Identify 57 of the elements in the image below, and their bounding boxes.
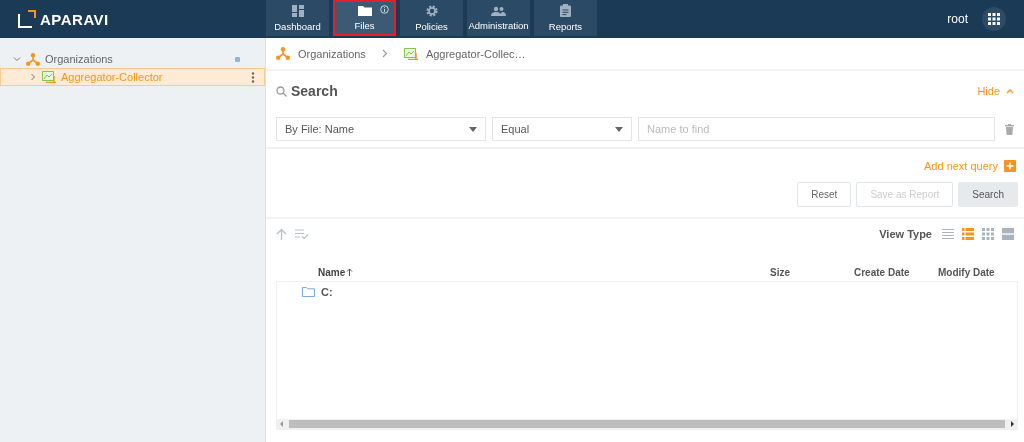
- section-title: Search: [291, 83, 338, 99]
- user-name: root: [947, 12, 968, 26]
- dashboard-icon: [291, 4, 304, 17]
- clipboard-icon: [560, 4, 571, 17]
- details-view-icon[interactable]: [962, 228, 974, 240]
- hierarchy-icon: [26, 52, 40, 66]
- chevron-right-icon[interactable]: [29, 73, 37, 81]
- dropdown-arrow-icon: [615, 126, 623, 132]
- dropdown-arrow-icon: [469, 126, 477, 132]
- arrow-up-icon[interactable]: [276, 228, 287, 240]
- breadcrumb-link[interactable]: Organizations: [298, 47, 366, 60]
- list-view-icon[interactable]: [942, 228, 954, 240]
- sort-arrow-icon: [346, 268, 354, 276]
- field-dropdown[interactable]: By File: Name: [276, 117, 486, 141]
- grid-view-icon[interactable]: [982, 228, 994, 240]
- file-name[interactable]: C:: [321, 286, 333, 298]
- collector-icon: [42, 71, 56, 83]
- breadcrumb-link[interactable]: Aggregator-Collec…: [425, 47, 526, 60]
- search-icon: [276, 85, 287, 97]
- column-header[interactable]: Modify Date: [938, 266, 995, 278]
- view-type-label: View Type: [879, 228, 932, 240]
- hierarchy-icon: [276, 47, 290, 60]
- logo-text: APARAVI: [40, 10, 109, 28]
- grid-icon: [988, 13, 1000, 25]
- nav-tab[interactable]: Reports: [534, 0, 597, 36]
- gear-icon: [425, 4, 438, 17]
- operator-dropdown[interactable]: Equal: [492, 117, 632, 141]
- action-button[interactable]: Reset: [797, 182, 852, 207]
- chevron-up-icon: [1006, 88, 1014, 94]
- nav-tab[interactable]: Administration: [467, 0, 530, 36]
- folder-icon: [302, 287, 315, 297]
- chevron-right-icon: [381, 49, 388, 58]
- column-header[interactable]: Create Date: [854, 266, 910, 278]
- collector-icon: [403, 47, 418, 60]
- nav-tab[interactable]: Policies: [400, 0, 463, 36]
- nav-tab[interactable]: Dashboard: [266, 0, 329, 36]
- trash-icon[interactable]: [1005, 123, 1014, 135]
- value-input-field[interactable]: Name to find: [638, 117, 995, 141]
- folder-icon: [357, 5, 372, 16]
- action-button[interactable]: Search: [958, 182, 1018, 207]
- column-header[interactable]: Size: [770, 266, 790, 278]
- scroll-left-icon[interactable]: [279, 421, 285, 427]
- scroll-right-icon[interactable]: [1009, 421, 1015, 427]
- apps-menu-button[interactable]: [982, 7, 1006, 31]
- nav-tab[interactable]: Files: [333, 0, 396, 36]
- scrollbar-thumb[interactable]: [289, 420, 1005, 428]
- chevron-down-icon[interactable]: [13, 55, 21, 63]
- people-icon: [491, 5, 506, 16]
- column-header[interactable]: Name: [318, 266, 354, 278]
- plus-icon[interactable]: [1004, 160, 1016, 172]
- logo-icon: [18, 10, 36, 28]
- tiles-view-icon[interactable]: [1002, 228, 1014, 240]
- tree-item[interactable]: Organizations: [0, 50, 265, 68]
- horizontal-scrollbar[interactable]: [277, 419, 1017, 429]
- more-icon[interactable]: [250, 71, 256, 83]
- info-icon: [380, 5, 389, 14]
- list-check-icon[interactable]: [295, 229, 309, 239]
